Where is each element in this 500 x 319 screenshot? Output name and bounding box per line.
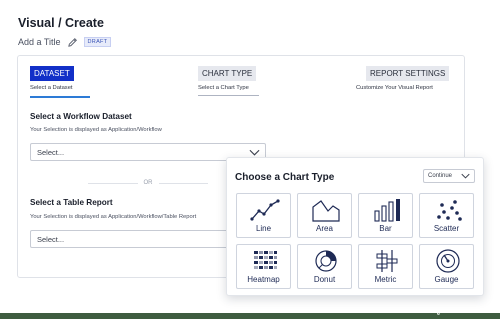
scatter-chart-icon [437,200,462,221]
gauge-chart-icon [436,249,460,273]
chart-type-label: Heatmap [247,275,280,284]
area-chart-icon [312,200,340,222]
or-divider: OR [88,179,208,187]
chevron-down-icon [461,173,470,179]
page-title: Visual / Create [18,16,104,30]
chart-type-donut[interactable]: Donut [297,244,352,289]
workflow-dataset-select-value: Select... [37,147,65,157]
status-badge: DRAFT [83,37,112,47]
step-dataset[interactable]: DATASET Select a Dataset [30,66,74,91]
page-number: 6 [437,311,440,317]
chart-type-popup: Choose a Chart Type Continue Line Area B… [226,157,484,296]
step-report-settings[interactable]: REPORT SETTINGS Customize Your Visual Re… [356,66,450,91]
workflow-dataset-title: Select a Workflow Dataset [30,112,132,121]
continue-label: Continue [428,173,453,179]
chart-type-area[interactable]: Area [297,193,352,238]
title-row: Add a Title DRAFT [18,36,112,48]
chart-type-label: Scatter [433,224,460,233]
chart-type-gauge[interactable]: Gauge [419,244,474,289]
step-dataset-sub: Select a Dataset [30,85,73,91]
chart-type-scatter[interactable]: Scatter [419,193,474,238]
chart-type-label: Line [255,224,272,233]
workflow-dataset-subtitle: Your Selection is displayed as Applicati… [30,127,162,133]
pencil-icon[interactable] [67,37,78,48]
active-step-indicator [30,96,90,98]
line-chart-icon [250,199,280,221]
chart-type-label: Area [316,224,333,233]
metric-chart-icon [376,250,398,272]
table-report-subtitle: Your Selection is displayed as Applicati… [30,214,197,220]
table-report-title: Select a Table Report [30,198,113,207]
chart-type-metric[interactable]: Metric [358,244,413,289]
divider-line [158,182,208,184]
footer-bar [0,313,500,319]
step-dataset-label[interactable]: DATASET [30,66,74,81]
chart-type-label: Bar [379,224,392,233]
chevron-down-icon [249,149,260,156]
step-chart-type-label[interactable]: CHART TYPE [198,66,257,81]
divider-line [88,182,138,184]
chart-type-label: Donut [313,275,336,284]
table-report-select-value: Select... [37,234,65,244]
add-title-label[interactable]: Add a Title [18,37,61,47]
chart-type-heatmap[interactable]: Heatmap [236,244,291,289]
step-chart-type-sub: Select a Chart Type [198,85,249,91]
step-report-settings-sub: Customize Your Visual Report [356,85,433,91]
step-indicator [198,95,259,96]
step-chart-type[interactable]: CHART TYPE Select a Chart Type [198,66,257,91]
chart-type-label: Gauge [434,275,459,284]
donut-chart-icon [315,250,337,272]
continue-dropdown[interactable]: Continue [423,169,475,183]
heatmap-chart-icon [254,251,277,269]
chart-type-label: Metric [374,275,397,284]
step-report-settings-label[interactable]: REPORT SETTINGS [366,66,450,81]
chart-type-bar[interactable]: Bar [358,193,413,238]
popup-title: Choose a Chart Type [235,172,335,183]
chart-type-line[interactable]: Line [236,193,291,238]
or-label: OR [143,180,153,186]
bar-chart-icon [374,199,400,222]
